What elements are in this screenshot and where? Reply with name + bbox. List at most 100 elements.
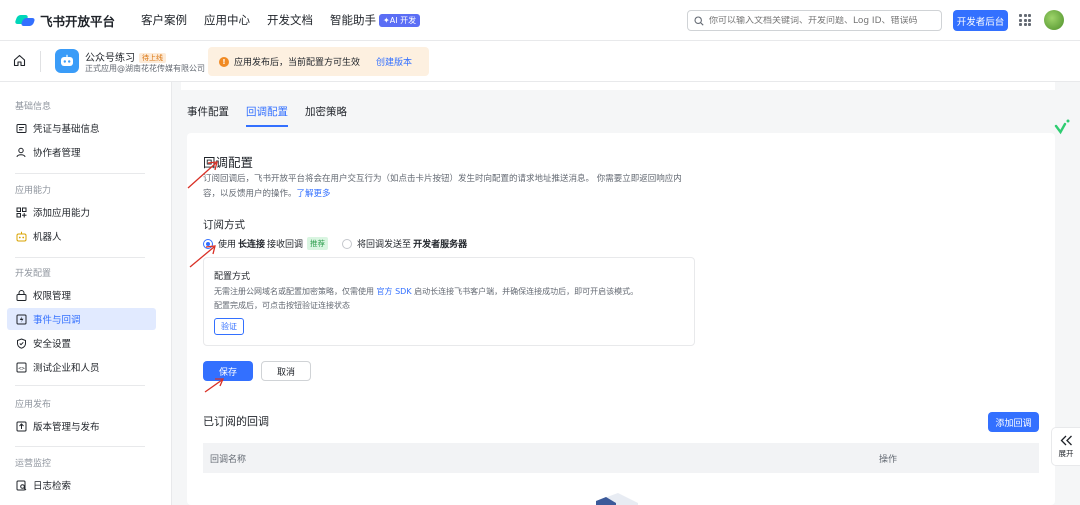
sidebar-item-security[interactable]: 安全设置 <box>7 332 156 354</box>
sidebar-item-add-capability[interactable]: 添加应用能力 <box>7 201 156 223</box>
status-badge: 待上线 <box>139 53 166 63</box>
sidebar-item-label: 日志检索 <box>33 481 72 492</box>
subscribed-callbacks-title: 已订阅的回调 <box>203 415 269 428</box>
opt1-bold: 长连接 <box>238 240 266 250</box>
subscription-mode-label: 订阅方式 <box>203 219 245 231</box>
test-icon: <> <box>16 362 27 373</box>
tab-callback-config[interactable]: 回调配置 <box>246 104 288 127</box>
menu-app-center[interactable]: 应用中心 <box>204 12 250 28</box>
column-header-name: 回调名称 <box>210 454 247 465</box>
cfg-line-1-post: 启动长连接飞书客户端，并确保连接成功后，即可开启该模式。 <box>414 287 639 296</box>
home-icon[interactable] <box>13 54 26 67</box>
sidebar-item-log-search[interactable]: 日志检索 <box>7 474 156 496</box>
sidebar-item-label: 凭证与基础信息 <box>33 124 100 135</box>
sidebar-group-capabilities: 应用能力 <box>15 186 52 196</box>
avatar[interactable] <box>1044 10 1064 30</box>
sidebar-item-label: 权限管理 <box>33 291 72 302</box>
callback-description: 订阅回调后，飞书开放平台将会在用户交互行为（如点击卡片按钮）发生时向配置的请求地… <box>203 172 718 202</box>
assistant-logo-icon[interactable] <box>1053 118 1073 138</box>
cancel-button[interactable]: 取消 <box>261 361 311 381</box>
config-method-text: 无需注册公网域名或配置加密策略，仅需使用 官方 SDK 启动长连接飞书客户端，并… <box>214 285 689 313</box>
divider <box>15 446 145 447</box>
sidebar-group-monitoring: 运营监控 <box>15 459 52 469</box>
upload-icon <box>16 421 27 432</box>
tab-encryption[interactable]: 加密策略 <box>305 104 347 127</box>
double-chevron-left-icon <box>1060 435 1072 445</box>
publish-notice: ! 应用发布后，当前配置方可生效 创建版本 <box>208 47 429 76</box>
empty-state-illustration <box>596 493 638 505</box>
annotation-arrow-radio <box>189 245 216 268</box>
sidebar-item-label: 事件与回调 <box>33 315 81 326</box>
sidebar-item-label: 测试企业和人员 <box>33 363 100 374</box>
sidebar: 基础信息 凭证与基础信息 协作者管理 应用能力 添加应用能力 机器人 开发配置 … <box>0 82 172 505</box>
divider <box>15 257 145 258</box>
divider <box>40 51 41 72</box>
expand-panel-button[interactable]: 展开 <box>1051 427 1080 466</box>
svg-text:<>: <> <box>18 365 25 371</box>
sidebar-item-events-callbacks[interactable]: 事件与回调 <box>7 308 156 330</box>
search-box[interactable] <box>687 10 942 31</box>
logo[interactable]: 飞书开放平台 <box>14 11 116 30</box>
menu-ai-assistant[interactable]: 智能助手 ✦AI 开发 <box>330 12 421 28</box>
sidebar-item-label: 协作者管理 <box>33 148 81 159</box>
dev-console-button[interactable]: 开发者后台 <box>953 10 1008 31</box>
sidebar-group-dev-config: 开发配置 <box>15 269 52 279</box>
learn-more-link[interactable]: 了解更多 <box>297 189 331 199</box>
subscription-mode-options: 使用 长连接 接收回调 推荐 将回调发送至 开发者服务器 <box>203 237 469 250</box>
verify-button[interactable]: 验证 <box>214 318 244 335</box>
app-bar: 公众号练习 待上线 正式应用@湖南花花传媒有限公司 ! 应用发布后，当前配置方可生… <box>0 41 1080 82</box>
opt2-pre: 将回调发送至 <box>357 240 412 250</box>
sidebar-group-release: 应用发布 <box>15 400 52 410</box>
sidebar-item-test-tenants[interactable]: <> 测试企业和人员 <box>7 356 156 378</box>
logo-text: 飞书开放平台 <box>40 13 116 29</box>
opt1-pre: 使用 <box>218 240 237 250</box>
sidebar-item-credentials[interactable]: 凭证与基础信息 <box>7 117 156 139</box>
sidebar-item-collaborators[interactable]: 协作者管理 <box>7 141 156 163</box>
expand-label: 展开 <box>1058 448 1074 458</box>
desc-line-2: 容，以反馈用户的操作。 <box>203 189 297 199</box>
menu-customer-cases[interactable]: 客户案例 <box>141 12 187 28</box>
cfg-line-1-pre: 无需注册公网域名或配置加密策略，仅需使用 <box>214 287 374 296</box>
divider <box>15 173 145 174</box>
desc-line-1: 订阅回调后，飞书开放平台将会在用户交互行为（如点击卡片按钮）发生时向配置的请求地… <box>203 174 682 184</box>
sidebar-item-permissions[interactable]: 权限管理 <box>7 284 156 306</box>
tab-event-config[interactable]: 事件配置 <box>187 104 229 127</box>
apps-grid-icon[interactable] <box>1019 14 1031 26</box>
config-tabs: 事件配置 回调配置 加密策略 <box>187 104 364 127</box>
official-sdk-link[interactable]: 官方 SDK <box>377 287 412 296</box>
sidebar-item-label: 安全设置 <box>33 339 72 350</box>
notice-text: 应用发布后，当前配置方可生效 <box>234 58 361 68</box>
table-header: 回调名称 操作 <box>203 443 1039 473</box>
permission-icon <box>16 289 27 301</box>
create-version-link[interactable]: 创建版本 <box>376 55 412 68</box>
search-input[interactable] <box>709 15 929 26</box>
add-callback-button[interactable]: 添加回调 <box>988 412 1039 432</box>
column-header-action: 操作 <box>879 454 898 465</box>
header-strip <box>181 82 1055 90</box>
opt1-post: 接收回调 <box>267 240 304 250</box>
log-search-icon <box>16 480 27 491</box>
sidebar-item-versions[interactable]: 版本管理与发布 <box>7 415 156 437</box>
top-nav: 飞书开放平台 客户案例 应用中心 开发文档 智能助手✦AI 开发 开发者后台 <box>0 0 1080 41</box>
user-icon <box>16 147 27 158</box>
feishu-logo-icon <box>14 13 36 27</box>
dev-server-radio[interactable] <box>342 238 353 249</box>
menu-ai-assistant-label: 智能助手 <box>330 13 377 27</box>
robot-icon <box>16 231 27 242</box>
menu-dev-docs[interactable]: 开发文档 <box>267 12 313 28</box>
event-icon <box>16 314 27 325</box>
sidebar-item-robot[interactable]: 机器人 <box>7 225 156 247</box>
annotation-arrow-title <box>187 161 218 189</box>
app-subtitle: 正式应用@湖南花花传媒有限公司 <box>85 64 205 73</box>
ai-badge: ✦AI 开发 <box>379 14 421 27</box>
sidebar-group-basic: 基础信息 <box>15 102 52 112</box>
recommended-badge: 推荐 <box>307 237 329 250</box>
sidebar-item-label: 机器人 <box>33 232 62 243</box>
cfg-line-2: 配置完成后，可点击按钮验证连接状态 <box>214 301 350 310</box>
callback-card: 回调配置 订阅回调后，飞书开放平台将会在用户交互行为（如点击卡片按钮）发生时向配… <box>187 133 1055 505</box>
app-name: 公众号练习 待上线 <box>85 49 166 64</box>
config-method-title: 配置方式 <box>214 272 251 282</box>
credential-icon <box>16 123 27 134</box>
grid-add-icon <box>16 207 27 218</box>
annotation-arrow-save <box>204 378 224 393</box>
